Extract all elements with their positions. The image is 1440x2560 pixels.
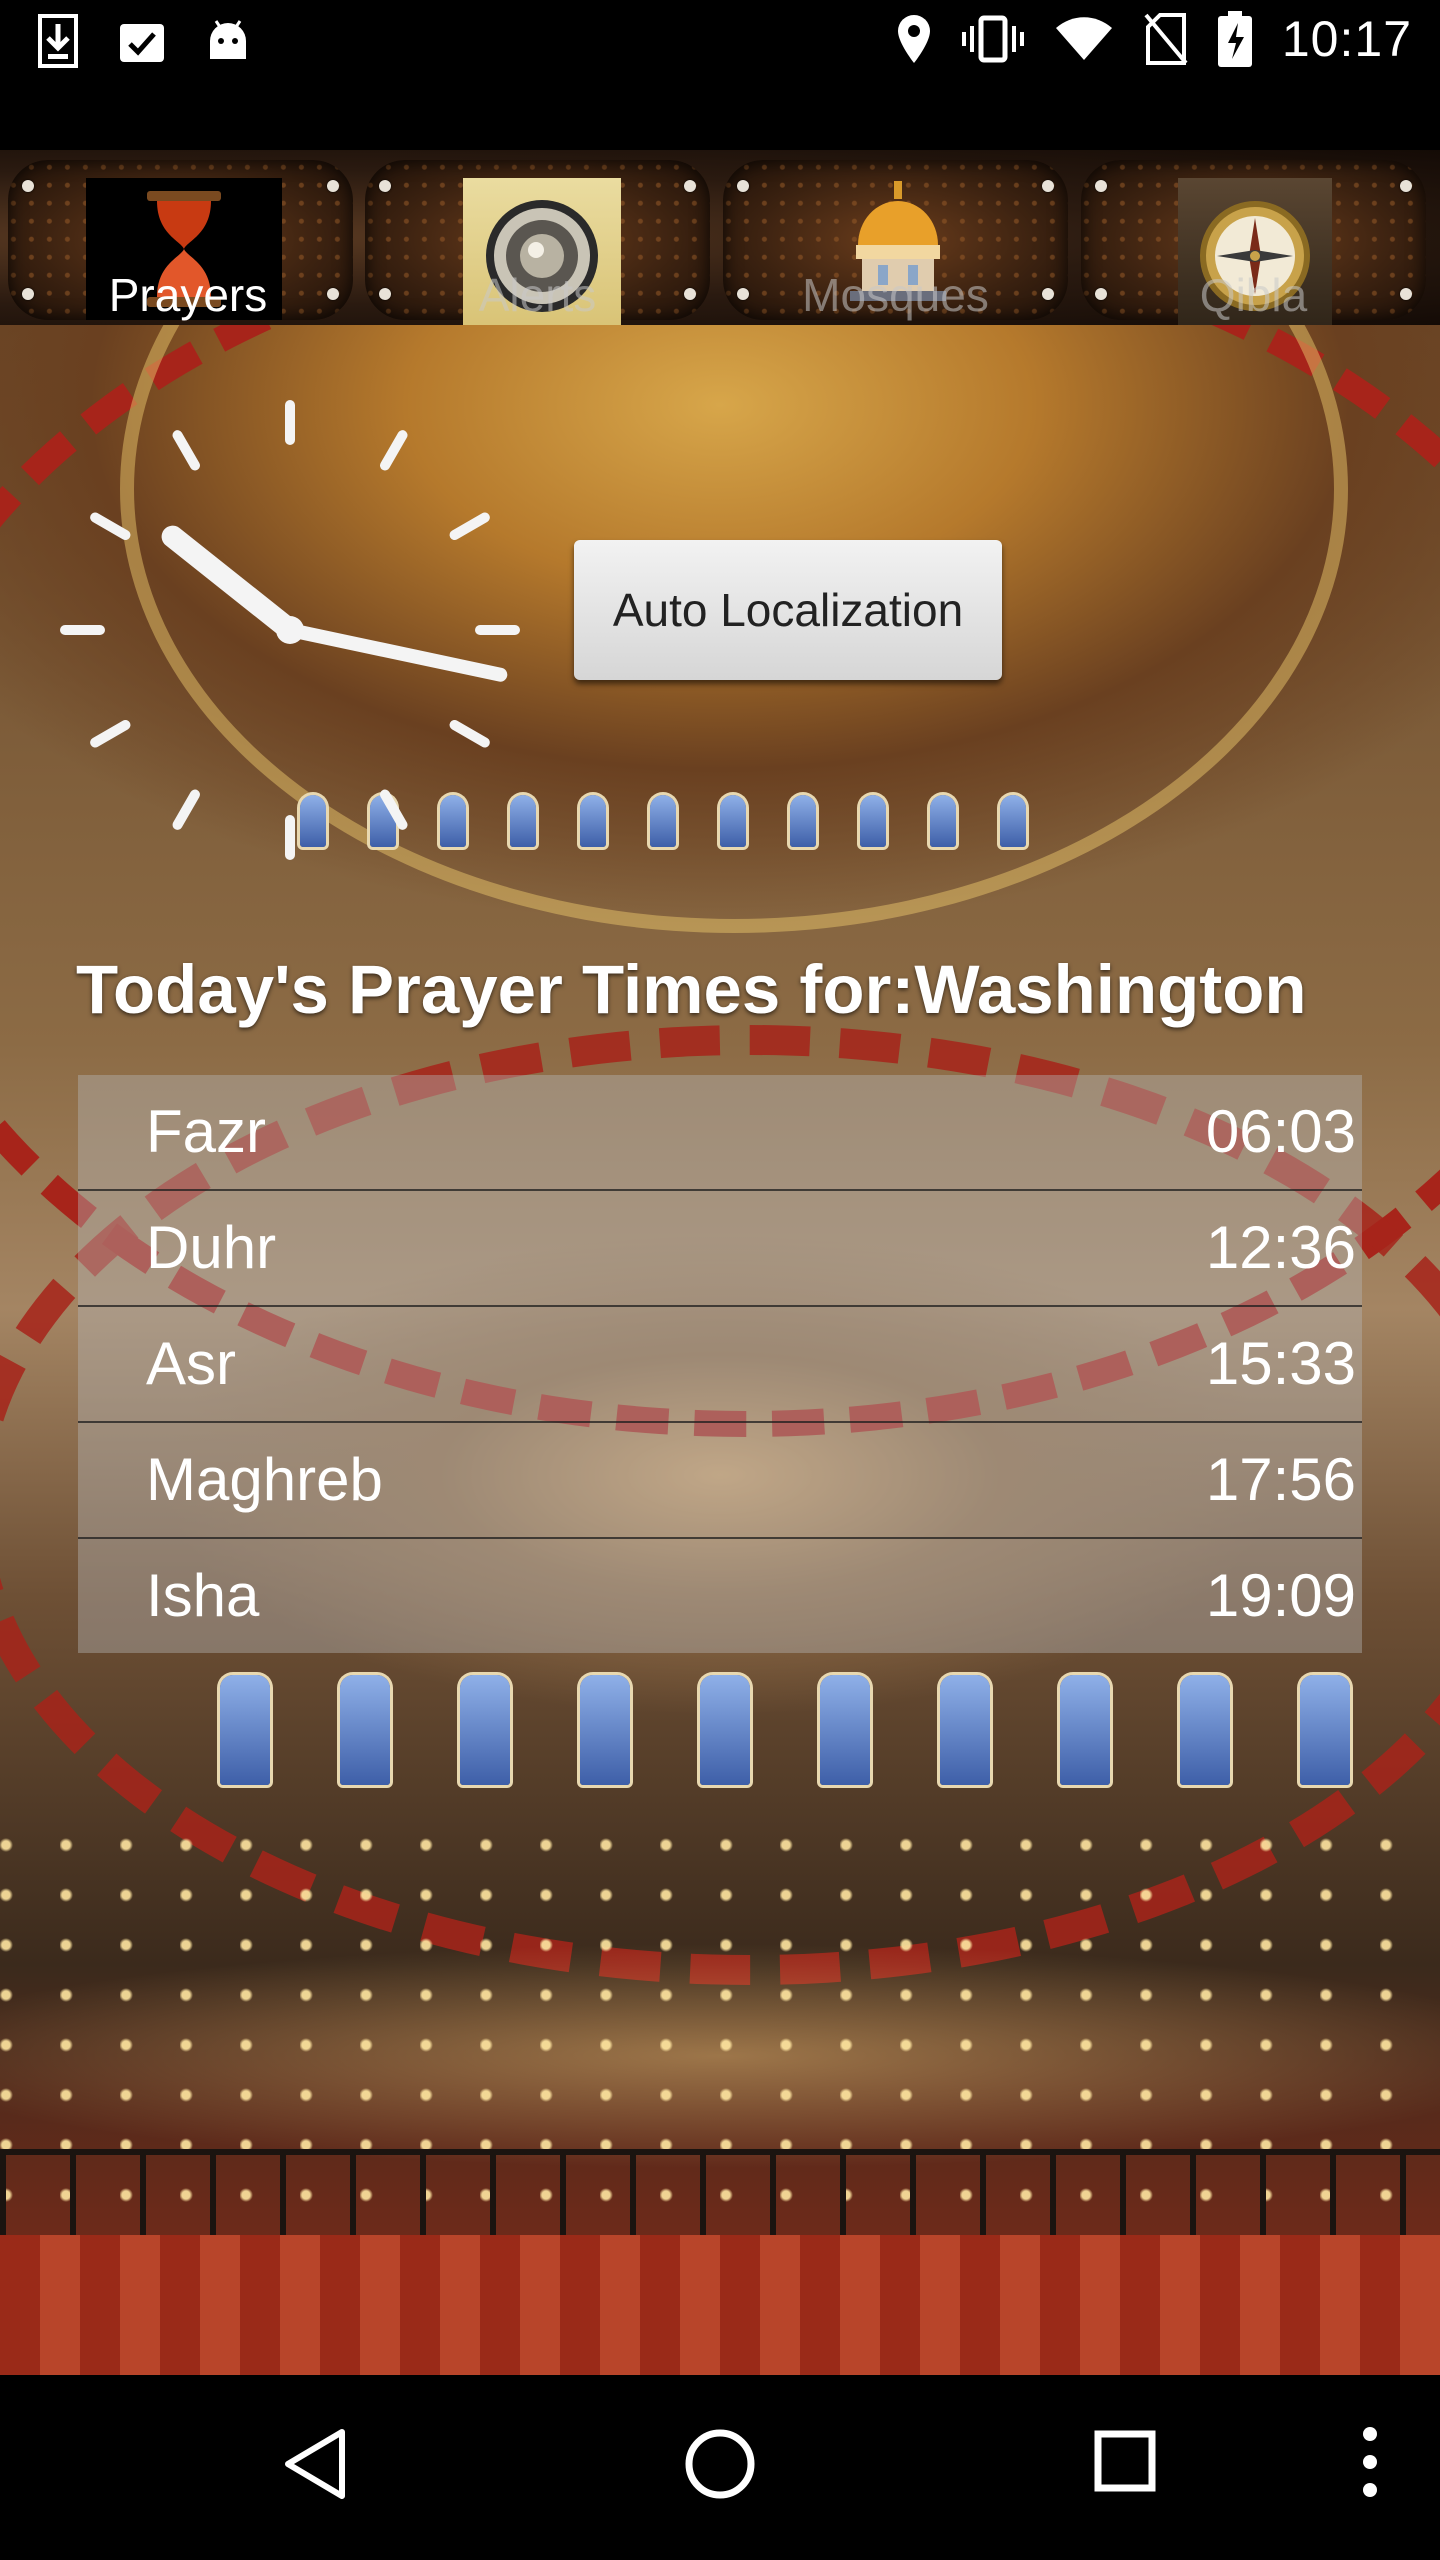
prayer-time: 12:36 <box>1205 1214 1356 1281</box>
prayer-time: 06:03 <box>1205 1098 1356 1165</box>
back-icon[interactable] <box>282 2426 348 2507</box>
location-icon <box>896 13 932 65</box>
vibrate-icon <box>961 14 1024 64</box>
prayer-row-isha: Isha 19:09 <box>78 1539 1362 1653</box>
prayer-row-duhr: Duhr 12:36 <box>78 1191 1362 1307</box>
prayer-times-title: Today's Prayer Times for:Washington <box>76 951 1307 1028</box>
clock-tick <box>380 789 408 830</box>
prayer-times-table: Fazr 06:03 Duhr 12:36 Asr 15:33 Maghreb 17:56 Is… <box>78 1075 1362 1653</box>
tab-alerts[interactable]: Alerts <box>365 160 710 334</box>
tab-qibla[interactable]: Qibla <box>1081 160 1426 334</box>
wifi-icon <box>1054 16 1114 62</box>
recents-icon[interactable] <box>1094 2430 1156 2497</box>
clock-tick <box>172 430 200 471</box>
carpet-floor <box>0 2235 1440 2375</box>
prayer-time: 19:09 <box>1205 1562 1356 1629</box>
no-sim-icon <box>1144 13 1188 65</box>
overflow-menu-icon[interactable] <box>1360 2424 1380 2505</box>
tab-label-prayers: Prayers <box>108 269 268 321</box>
stained-glass-windows <box>220 1675 1350 1785</box>
prayer-row-asr: Asr 15:33 <box>78 1307 1362 1423</box>
tab-label-qibla: Qibla <box>1199 269 1308 321</box>
clock-tick <box>90 512 131 540</box>
clock-minute-hand <box>283 623 508 682</box>
prayer-row-fazr: Fazr 06:03 <box>78 1075 1362 1191</box>
download-icon <box>38 14 78 68</box>
clock-tick <box>172 789 200 830</box>
tab-prayers[interactable]: Prayers <box>8 160 353 321</box>
auto-localization-button[interactable]: Auto Localization <box>574 540 1002 680</box>
prayer-name: Isha <box>146 1562 260 1629</box>
clock-tick <box>449 512 490 540</box>
battery-charging-icon <box>1217 11 1252 67</box>
status-bar: 10:17 <box>0 0 1440 84</box>
prayer-row-maghreb: Maghreb 17:56 <box>78 1423 1362 1539</box>
clipboard-check-icon <box>116 16 168 66</box>
prayer-time: 17:56 <box>1205 1446 1356 1513</box>
android-icon <box>206 19 250 63</box>
status-time: 10:17 <box>1281 11 1412 67</box>
prayer-name: Maghreb <box>146 1446 383 1513</box>
clock-center <box>276 616 304 644</box>
prayer-name: Fazr <box>146 1098 266 1165</box>
tab-bar: Prayers Alerts Mosques Qibla <box>0 150 1440 334</box>
prayer-name: Duhr <box>146 1214 277 1281</box>
tab-label-mosques: Mosques <box>802 269 989 321</box>
tab-label-alerts: Alerts <box>478 269 597 321</box>
prayer-time: 15:33 <box>1205 1330 1356 1397</box>
navigation-bar <box>0 2378 1440 2560</box>
clock-tick <box>449 720 490 748</box>
clock-tick <box>380 430 408 471</box>
home-icon[interactable] <box>682 2426 758 2507</box>
analog-clock <box>60 400 520 860</box>
prayer-name: Asr <box>146 1330 236 1397</box>
clock-tick <box>90 720 131 748</box>
clock-hour-hand <box>161 525 301 641</box>
screen: 10:17 Prayers Alerts Mosques Qibla Auto … <box>0 0 1440 2560</box>
tab-mosques[interactable]: Mosques <box>723 160 1068 321</box>
